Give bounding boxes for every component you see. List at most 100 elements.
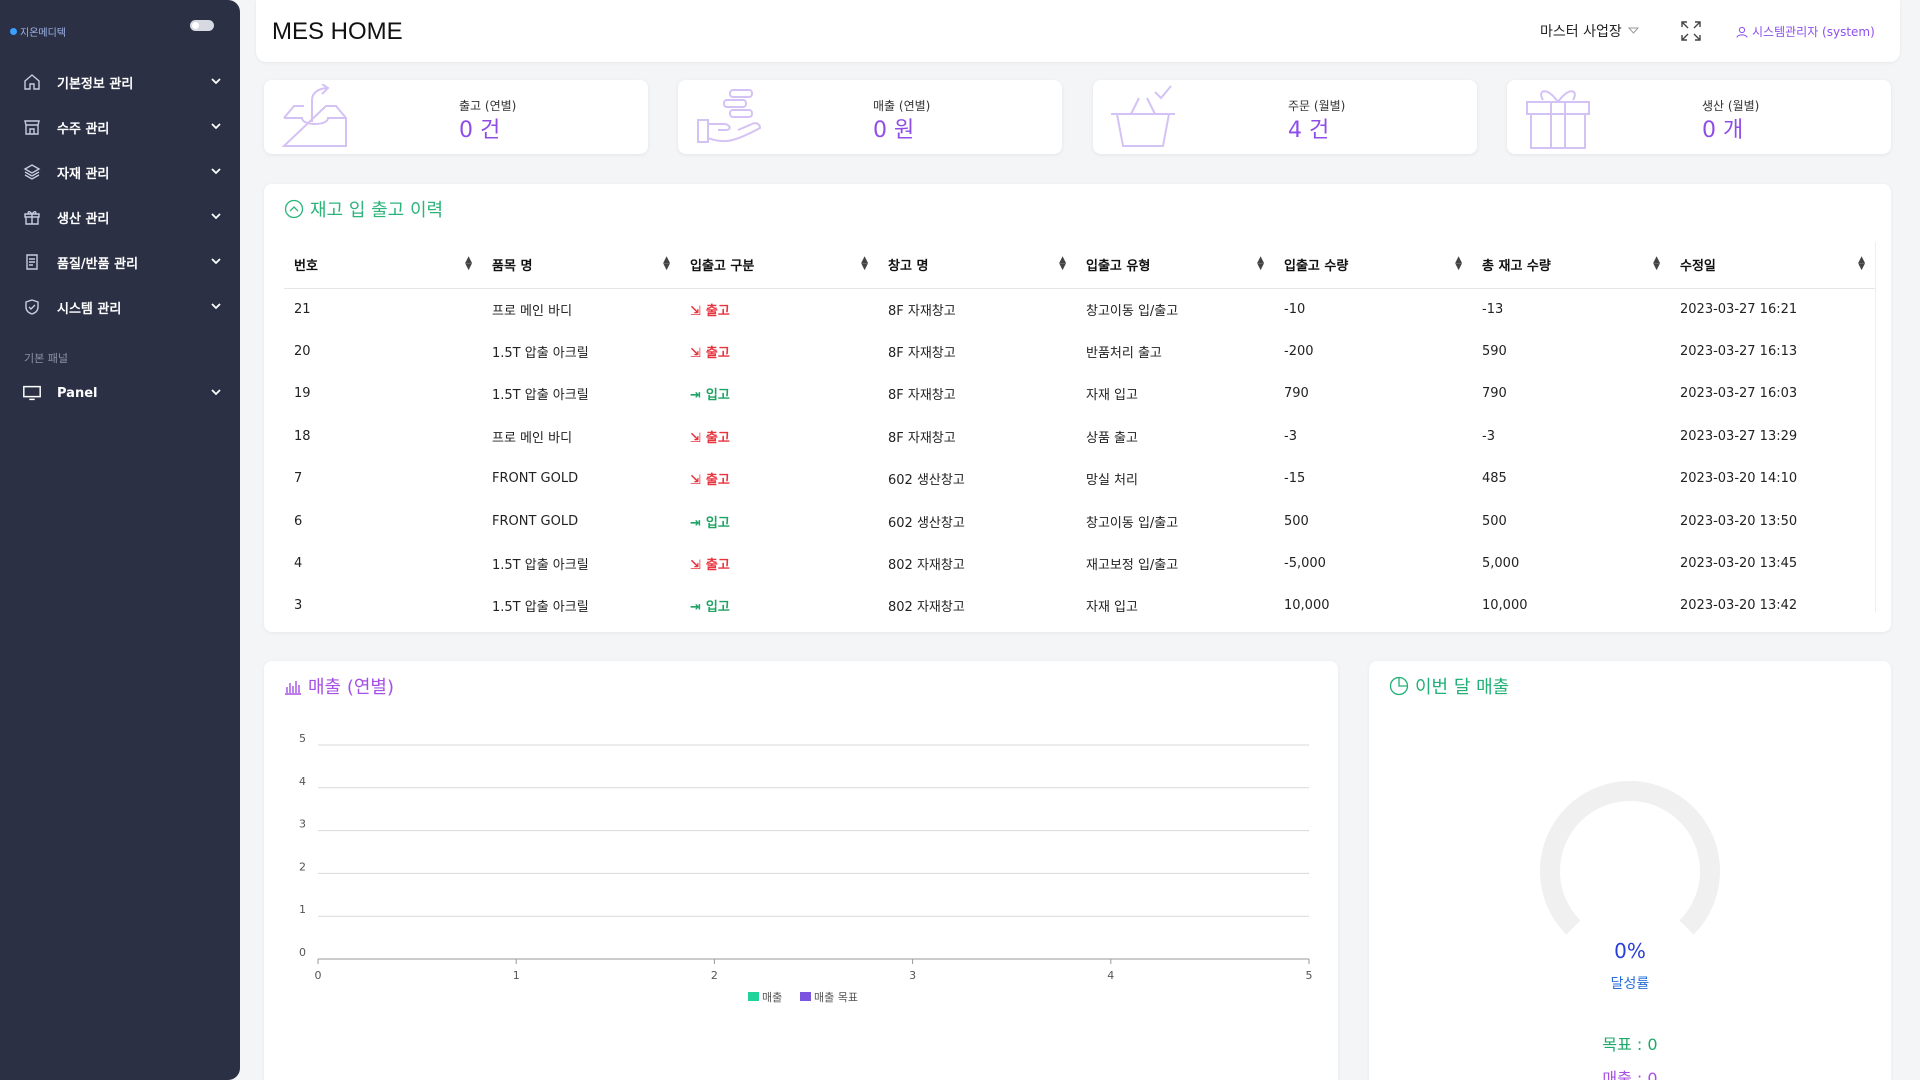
y-tick-label: 4: [299, 775, 306, 788]
table-row[interactable]: 18 프로 메인 바디 ⇲ 출고 8F 자재창고 상품 출고 -3 -3 2023-03-27 …: [284, 415, 1875, 457]
card-title: 재고 입 출고 이력: [284, 196, 443, 222]
sign-in-icon: ⇥: [690, 515, 701, 531]
table-cell: -13: [1482, 301, 1504, 317]
table-cell: 1.5T 압출 아크릴: [492, 558, 589, 574]
brand-logo[interactable]: 지온메디텍: [10, 24, 66, 39]
column-header[interactable]: 입출고 유형 ▲ ▼: [1076, 242, 1274, 289]
chevron-down-icon: [211, 168, 221, 175]
table-cell: 2023-03-20 13:50: [1680, 513, 1798, 529]
table-cell: 18: [294, 428, 311, 444]
sidebar-item-system[interactable]: 시스템 관리: [22, 293, 222, 321]
table-cell: FRONT GOLD: [492, 471, 579, 487]
sign-out-icon: ⇲: [690, 346, 701, 362]
table-cell: 창고이동 입/출고: [1086, 303, 1179, 319]
column-header[interactable]: 총 재고 수량 ▲ ▼: [1472, 242, 1670, 289]
table-row[interactable]: 4 1.5T 압출 아크릴 ⇲ 출고 802 자재창고 재고보정 입/출고 -5,000 5,…: [284, 542, 1875, 584]
sort-icon[interactable]: ▲ ▼: [1653, 256, 1660, 272]
column-header[interactable]: 번호 ▲ ▼: [284, 242, 482, 289]
direction-cell: ⇲ 출고: [680, 288, 878, 330]
collapse-icon[interactable]: [284, 199, 304, 219]
table-cell: 프로 메인 바디: [492, 303, 573, 319]
table-cell: 1.5T 압출 아크릴: [492, 388, 589, 404]
table-cell: 자재 입고: [1086, 388, 1138, 404]
brand-name: 지온메디텍: [20, 28, 66, 39]
sort-icon[interactable]: ▲ ▼: [663, 256, 670, 272]
table-cell: 602 생산창고: [888, 473, 965, 489]
fullscreen-icon[interactable]: [1680, 20, 1702, 42]
direction-label: 출고: [705, 346, 730, 362]
y-tick-label: 1: [299, 903, 306, 916]
target-value: 목표 : 0: [1602, 1035, 1658, 1054]
pie-chart-icon: [1389, 676, 1409, 696]
sort-icon[interactable]: ▲ ▼: [861, 256, 868, 272]
sort-icon[interactable]: ▲ ▼: [1858, 256, 1865, 272]
column-header[interactable]: 입출고 수량 ▲ ▼: [1274, 242, 1472, 289]
sort-icon[interactable]: ▲ ▼: [1059, 256, 1066, 272]
sign-in-icon: ⇥: [690, 388, 701, 404]
table-cell: 2023-03-20 13:45: [1680, 556, 1798, 572]
sign-in-icon: ⇥: [690, 600, 701, 612]
stat-value: 0 개: [1702, 118, 1744, 143]
sidebar-item-orders[interactable]: 수주 관리: [22, 113, 222, 141]
column-header[interactable]: 품목 명 ▲ ▼: [482, 242, 680, 289]
sort-icon[interactable]: ▲ ▼: [1455, 256, 1462, 272]
chevron-down-icon: [211, 389, 221, 396]
legend-swatch: [800, 992, 811, 1001]
table-row[interactable]: 3 1.5T 압출 아크릴 ⇥ 입고 802 자재창고 자재 입고 10,000 10,000…: [284, 585, 1875, 612]
sign-out-icon: ⇲: [690, 303, 701, 319]
top-header: MES HOME 마스터 사업장 시스템관리자 (system): [256, 0, 1900, 62]
month-sales-title: 이번 달 매출: [1415, 677, 1510, 698]
month-sales-card: 이번 달 매출 0% 달성률 목표 : 0 매출 : 0: [1369, 661, 1891, 1080]
table-cell: 790: [1482, 386, 1507, 402]
sidebar-item-quality[interactable]: 품질/반품 관리: [22, 248, 222, 276]
table-cell: 1.5T 압출 아크릴: [492, 600, 589, 612]
sidebar-item-basic-info[interactable]: 기본정보 관리: [22, 68, 222, 96]
direction-label: 입고: [705, 600, 730, 612]
sort-icon[interactable]: ▲ ▼: [465, 256, 472, 272]
column-label: 입출고 유형: [1086, 259, 1151, 275]
column-header[interactable]: 입출고 구분 ▲ ▼: [680, 242, 878, 289]
column-label: 입출고 수량: [1284, 259, 1349, 275]
column-header[interactable]: 수정일 ▲ ▼: [1670, 242, 1875, 289]
column-label: 총 재고 수량: [1482, 259, 1551, 275]
inventory-title: 재고 입 출고 이력: [310, 200, 444, 221]
sidebar-item-materials[interactable]: 자재 관리: [22, 158, 222, 186]
table-row[interactable]: 21 프로 메인 바디 ⇲ 출고 8F 자재창고 창고이동 입/출고 -10 -13 2023-…: [284, 288, 1875, 330]
x-tick-label: 3: [909, 969, 916, 982]
table-row[interactable]: 7 FRONT GOLD ⇲ 출고 602 생산창고 망실 처리 -15 485 2023-03…: [284, 458, 1875, 500]
table-row[interactable]: 19 1.5T 압출 아크릴 ⇥ 입고 8F 자재창고 자재 입고 790 790 2023-0…: [284, 373, 1875, 415]
user-menu[interactable]: 시스템관리자 (system): [1736, 23, 1875, 40]
column-label: 입출고 구분: [690, 259, 755, 275]
table-cell: 자재 입고: [1086, 600, 1138, 612]
site-select[interactable]: 마스터 사업장: [1540, 21, 1639, 41]
sidebar-item-panel[interactable]: Panel: [22, 379, 222, 407]
direction-cell: ⇥ 입고: [680, 585, 878, 612]
table-cell: 10,000: [1284, 598, 1330, 612]
sidebar-item-production[interactable]: 생산 관리: [22, 203, 222, 231]
table-cell: 창고이동 입/출고: [1086, 515, 1179, 531]
table-cell: -3: [1284, 428, 1297, 444]
sidebar-item-label: 생산 관리: [57, 211, 110, 227]
sidebar-item-label: Panel: [57, 385, 98, 401]
sales-chart: 0 1 2 3 4 5 0 1 2 3 4 5 매출 매출 목표: [299, 732, 1313, 1004]
card-title: 매출 (연별): [284, 673, 394, 699]
table-row[interactable]: 20 1.5T 압출 아크릴 ⇲ 출고 8F 자재창고 반품처리 출고 -200 590 202…: [284, 330, 1875, 372]
column-label: 창고 명: [888, 259, 929, 275]
y-tick-label: 5: [299, 732, 306, 745]
layers-icon: [22, 162, 42, 182]
x-tick-label: 2: [711, 969, 718, 982]
shield-icon: [22, 297, 42, 317]
table-cell: 485: [1482, 471, 1507, 487]
achievement-gauge: [1540, 781, 1720, 935]
table-cell: 10,000: [1482, 598, 1528, 612]
sidebar-toggle[interactable]: [190, 20, 214, 31]
table-cell: 590: [1482, 344, 1507, 360]
chevron-down-icon: [211, 303, 221, 310]
basket-icon: [1111, 85, 1175, 147]
table-cell: 2023-03-27 16:13: [1680, 344, 1798, 360]
sort-icon[interactable]: ▲ ▼: [1257, 256, 1264, 272]
sales-chart-title: 매출 (연별): [308, 677, 395, 698]
column-header[interactable]: 창고 명 ▲ ▼: [878, 242, 1076, 289]
table-cell: 5,000: [1482, 556, 1520, 572]
table-row[interactable]: 6 FRONT GOLD ⇥ 입고 602 생산창고 창고이동 입/출고 500 500 202…: [284, 500, 1875, 542]
